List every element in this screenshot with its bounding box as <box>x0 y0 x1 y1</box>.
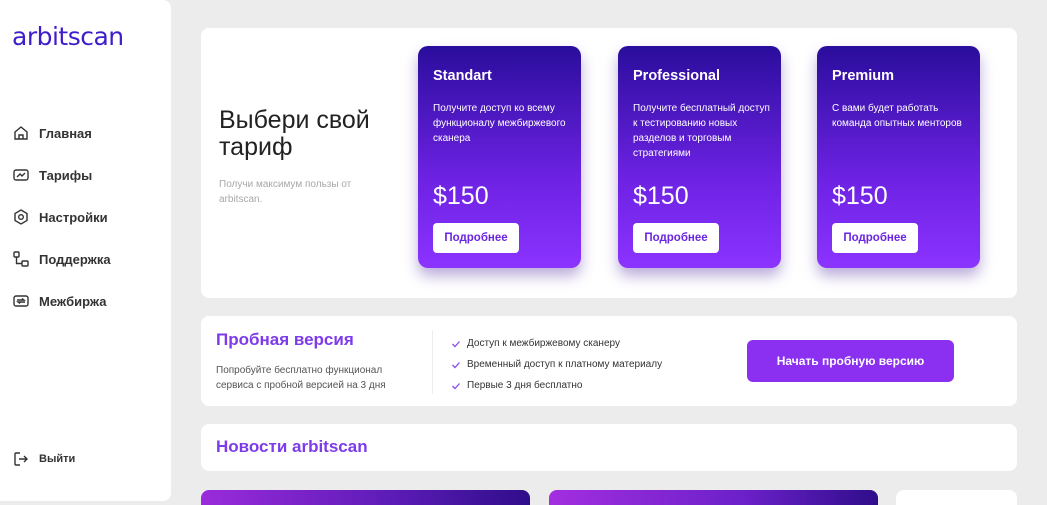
news-title: Новости arbitscan <box>216 437 368 456</box>
news-card[interactable] <box>201 490 530 505</box>
sidebar-item-support[interactable]: Поддержка <box>12 248 111 270</box>
ticket-icon <box>12 166 30 184</box>
tariff-price: $150 <box>433 182 489 210</box>
sidebar-item-label: Настройки <box>39 209 108 225</box>
trial-features: Доступ к межбиржевому сканеру Временный … <box>451 333 662 396</box>
trial-description: Попробуйте бесплатно функционал сервиса … <box>216 365 386 391</box>
tariff-description: С вами будет работать команда опытных ме… <box>832 103 962 129</box>
tariff-price: $150 <box>633 182 689 210</box>
sidebar-item-label: Тарифы <box>39 167 93 183</box>
feature-label: Временный доступ к платному материалу <box>467 359 663 370</box>
sidebar-item-exchange[interactable]: Межбиржа <box>12 290 111 312</box>
tariffs-panel: Выбери свой тариф Получи максимум пользы… <box>201 28 1017 298</box>
tariff-name: Premium <box>832 68 895 84</box>
settings-icon <box>12 208 30 226</box>
logout-button[interactable]: Выйти <box>12 450 75 468</box>
tariff-price: $150 <box>832 182 888 210</box>
news-header-panel: Новости arbitscan <box>201 424 1017 471</box>
sidebar-item-home[interactable]: Главная <box>12 122 111 144</box>
trial-panel: Пробная версия Попробуйте бесплатно функ… <box>201 316 1017 406</box>
tariff-card-professional: Professional Получите бесплатный доступ … <box>618 46 781 268</box>
check-icon <box>451 381 461 391</box>
tariff-card-premium: Premium С вами будет работать команда оп… <box>817 46 980 268</box>
divider <box>432 330 433 394</box>
page-subtitle: Получи максимум пользы от arbitscan. <box>219 179 352 205</box>
logo[interactable]: arbitscan <box>12 22 124 51</box>
feature-label: Первые 3 дня бесплатно <box>467 380 583 391</box>
news-card[interactable] <box>896 490 1017 505</box>
sidebar-item-tariffs[interactable]: Тарифы <box>12 164 111 186</box>
news-card[interactable] <box>549 490 878 505</box>
tariff-description: Получите бесплатный доступ к тестировани… <box>633 103 770 159</box>
feature-item: Первые 3 дня бесплатно <box>451 375 662 396</box>
sidebar-item-settings[interactable]: Настройки <box>12 206 111 228</box>
feature-label: Доступ к межбиржевому сканеру <box>467 338 620 349</box>
check-icon <box>451 360 461 370</box>
exchange-icon <box>12 292 30 310</box>
sidebar-item-label: Межбиржа <box>39 293 107 309</box>
tariff-description: Получите доступ ко всему функционалу меж… <box>433 103 566 144</box>
feature-item: Временный доступ к платному материалу <box>451 354 662 375</box>
check-icon <box>451 339 461 349</box>
sidebar-item-label: Главная <box>39 125 92 141</box>
tariff-details-button[interactable]: Подробнее <box>633 223 719 253</box>
sidebar: arbitscan Главная Тарифы Настройки Подде… <box>0 0 171 501</box>
support-icon <box>12 250 30 268</box>
tariff-name: Standart <box>433 68 492 84</box>
tariff-name: Professional <box>633 68 721 84</box>
tariff-details-button[interactable]: Подробнее <box>433 223 519 253</box>
feature-item: Доступ к межбиржевому сканеру <box>451 333 662 354</box>
sidebar-nav: Главная Тарифы Настройки Поддержка Межби… <box>12 122 111 332</box>
logout-icon <box>12 450 30 468</box>
start-trial-button[interactable]: Начать пробную версию <box>747 340 954 382</box>
tariff-details-button[interactable]: Подробнее <box>832 223 918 253</box>
tariff-card-standart: Standart Получите доступ ко всему функци… <box>418 46 581 268</box>
page-title: Выбери свой тариф <box>219 106 370 161</box>
trial-title: Пробная версия <box>216 330 354 349</box>
logout-label: Выйти <box>39 453 76 465</box>
sidebar-item-label: Поддержка <box>39 251 111 267</box>
home-icon <box>12 124 30 142</box>
